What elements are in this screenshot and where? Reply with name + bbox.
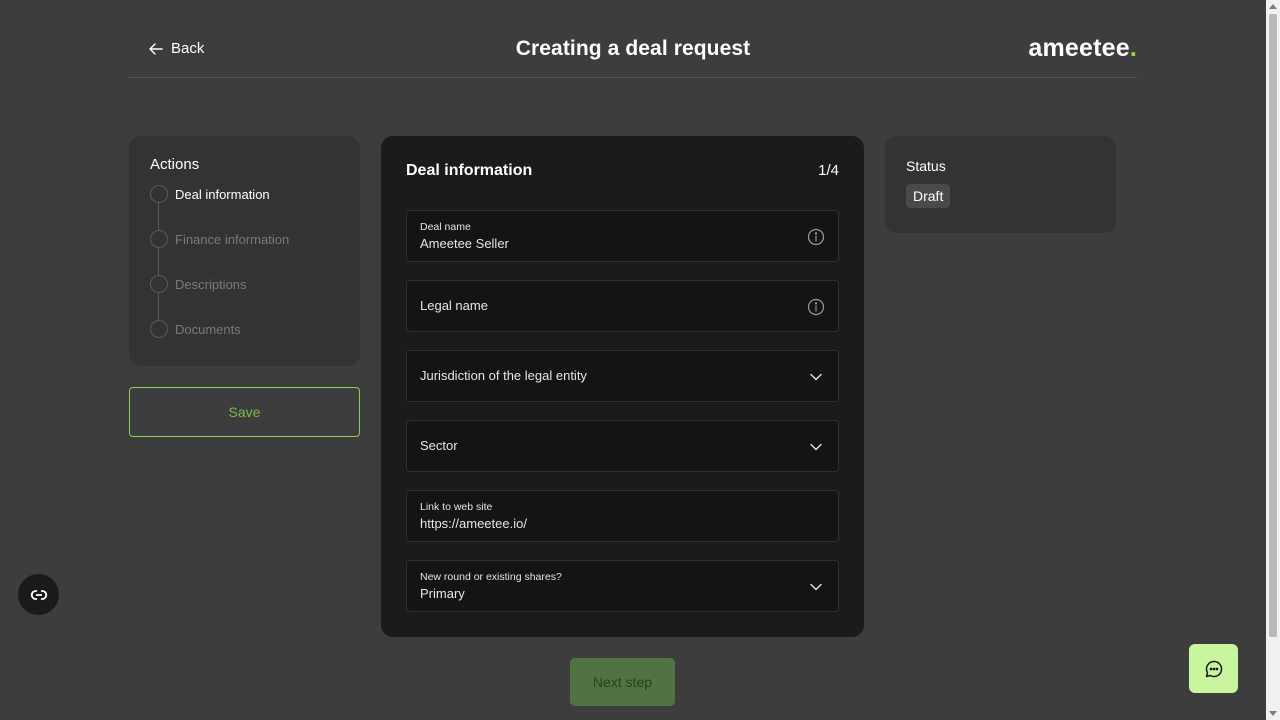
page-header: Back Creating a deal request ameetee. [129, 24, 1137, 78]
step-connector [158, 248, 159, 275]
step-circle [150, 275, 168, 293]
chevron-down-icon [807, 578, 825, 596]
jurisdiction-label: Jurisdiction of the legal entity [420, 368, 587, 383]
scroll-down-arrow[interactable] [1269, 711, 1277, 716]
legal-name-field[interactable]: Legal name [406, 280, 839, 332]
step-circle [150, 230, 168, 248]
step-label: Deal information [175, 186, 270, 202]
link-loop-icon [30, 589, 47, 600]
jurisdiction-select[interactable]: Jurisdiction of the legal entity [406, 350, 839, 402]
deal-name-value: Ameetee Seller [420, 236, 509, 251]
deal-name-label: Deal name [420, 221, 471, 233]
shares-type-label: New round or existing shares? [420, 571, 562, 583]
shares-type-select[interactable]: New round or existing shares? Primary [406, 560, 839, 612]
step-deal-information[interactable]: Deal information [150, 185, 339, 203]
step-documents[interactable]: Documents [150, 320, 339, 338]
info-icon[interactable] [807, 228, 825, 246]
chat-button[interactable] [1189, 644, 1238, 693]
chat-bubble-icon [1205, 660, 1222, 677]
website-value: https://ameetee.io/ [420, 516, 527, 531]
step-label: Finance information [175, 231, 290, 247]
shares-type-value: Primary [420, 586, 465, 601]
step-connector [158, 203, 159, 230]
save-button[interactable]: Save [129, 387, 360, 437]
sector-label: Sector [420, 438, 458, 453]
deal-name-field[interactable]: Deal name Ameetee Seller [406, 210, 839, 262]
sector-select[interactable]: Sector [406, 420, 839, 472]
step-label: Descriptions [175, 276, 247, 292]
chevron-down-icon [807, 368, 825, 386]
step-counter: 1/4 [818, 162, 839, 179]
actions-panel: Actions Deal information Finance informa… [129, 136, 360, 366]
actions-title: Actions [150, 156, 200, 173]
chevron-down-icon [807, 438, 825, 456]
step-finance-information[interactable]: Finance information [150, 230, 339, 248]
step-label: Documents [175, 321, 241, 337]
step-connector [158, 293, 159, 320]
accessibility-toggle-button[interactable] [18, 574, 59, 615]
next-step-button[interactable]: Next step [570, 658, 675, 706]
scrollbar-thumb[interactable] [1269, 14, 1277, 637]
status-title: Status [906, 158, 946, 174]
scroll-up-arrow[interactable] [1269, 4, 1277, 9]
website-label: Link to web site [420, 501, 493, 513]
page-title: Creating a deal request [515, 37, 751, 60]
step-circle [150, 320, 168, 338]
step-descriptions[interactable]: Descriptions [150, 275, 339, 293]
step-circle [150, 185, 168, 203]
form-title: Deal information [406, 162, 533, 179]
logo-dot: . [1129, 34, 1137, 62]
deal-form-panel: Deal information 1/4 Deal name Ameetee S… [381, 136, 864, 637]
logo-text: ameetee [1028, 34, 1130, 62]
steps-list: Deal information Finance information Des… [150, 185, 339, 338]
page-scrollbar[interactable] [1266, 0, 1280, 720]
info-icon[interactable] [807, 298, 825, 316]
website-field[interactable]: Link to web site https://ameetee.io/ [406, 490, 839, 542]
status-panel: Status Draft [885, 136, 1116, 233]
status-badge: Draft [906, 184, 951, 208]
legal-name-label: Legal name [420, 298, 488, 313]
logo[interactable]: ameetee. [1028, 34, 1137, 63]
